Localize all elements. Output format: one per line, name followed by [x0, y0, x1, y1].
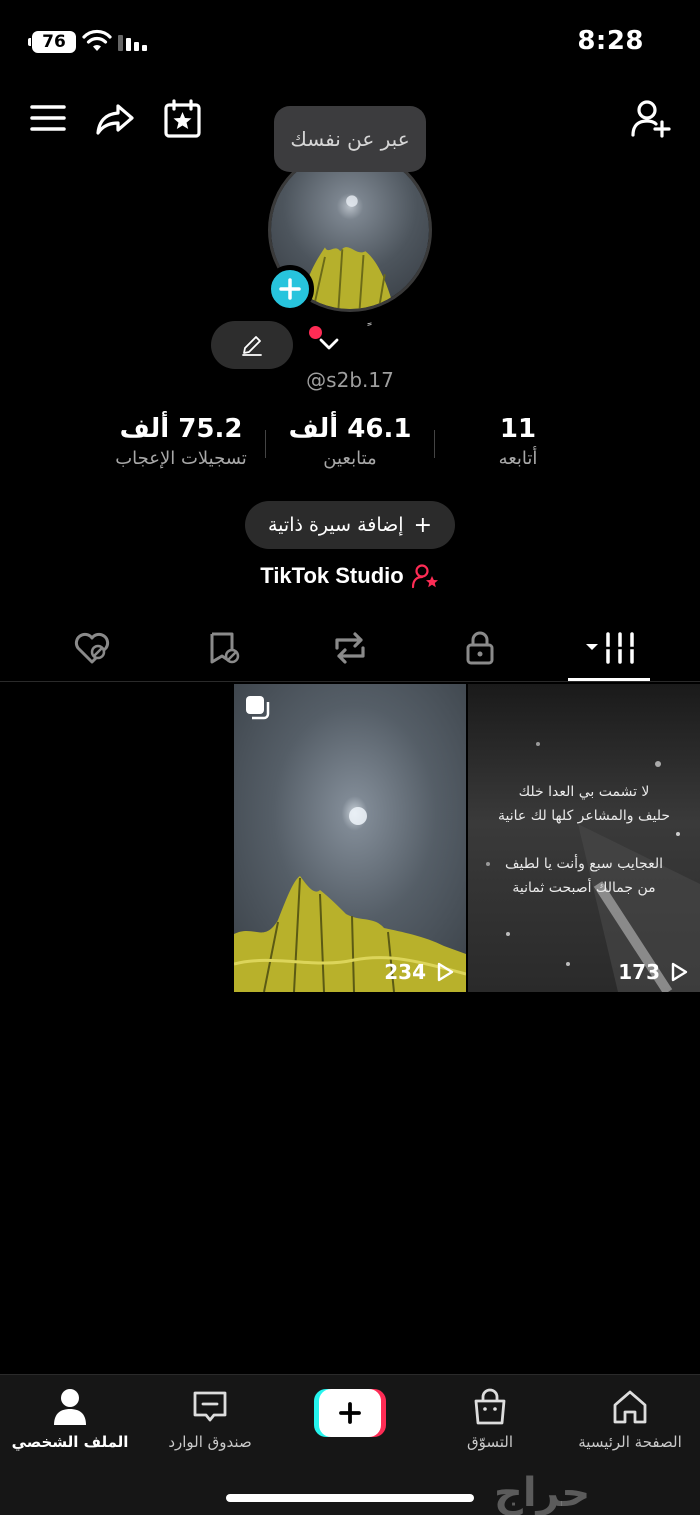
video-tile[interactable]: لا تشمت بي العدا خلك حليف والمشاعر كلها … [468, 684, 700, 992]
stat-divider [265, 430, 266, 458]
signal-icon [118, 35, 147, 51]
inbox-icon [193, 1391, 227, 1422]
create-button[interactable] [314, 1389, 386, 1437]
home-indicator[interactable] [226, 1494, 474, 1502]
nav-shop[interactable]: التسوّق [425, 1387, 555, 1451]
nav-inbox-label: صندوق الوارد [168, 1433, 252, 1451]
view-count-number: 173 [618, 960, 660, 984]
photo-carousel-icon [246, 696, 270, 720]
view-count: 173 [618, 960, 688, 984]
tab-favorites[interactable] [204, 628, 244, 668]
wifi-icon [82, 29, 112, 51]
stat-divider [434, 430, 435, 458]
creator-star-icon [411, 564, 438, 589]
share-icon[interactable] [94, 98, 136, 140]
nav-home-label: الصفحة الرئيسية [578, 1433, 682, 1451]
create-button-face [319, 1389, 381, 1437]
home-icon [613, 1390, 647, 1424]
add-bio-button[interactable]: + إضافة سيرة ذاتية [245, 501, 455, 549]
followers-stat[interactable]: 46.1 ألف متابعين [280, 414, 420, 469]
bio-tooltip[interactable]: عبر عن نفسك [274, 106, 426, 172]
following-stat[interactable]: 11 أتابعه [470, 414, 566, 469]
followers-count: 46.1 ألف [288, 414, 412, 444]
following-label: أتابعه [498, 448, 538, 469]
plus-icon [279, 278, 301, 300]
nav-home[interactable]: الصفحة الرئيسية [565, 1387, 695, 1451]
caption-line: العجايب سبع وأنت يا لطيف [505, 856, 663, 872]
add-bio-label: إضافة سيرة ذاتية [267, 514, 404, 536]
battery-indicator: 76 [28, 31, 76, 53]
studio-label: TikTok Studio [260, 563, 404, 588]
edit-profile-button[interactable] [211, 321, 293, 369]
caption-line: حليف والمشاعر كلها لك عانية [498, 808, 670, 824]
video-caption-overlay: لا تشمت بي العدا خلك حليف والمشاعر كلها … [468, 780, 700, 900]
handle-text: @s2b.17 [306, 368, 394, 392]
play-icon [671, 962, 688, 982]
view-count: 234 [384, 960, 454, 984]
tab-liked[interactable] [72, 628, 112, 668]
tab-reposts[interactable] [330, 628, 370, 668]
likes-label: تسجيلات الإعجاب [115, 448, 247, 469]
likes-stat[interactable]: 75.2 ألف تسجيلات الإعجاب [96, 414, 266, 469]
battery-level: 76 [42, 32, 66, 52]
nav-inbox[interactable]: صندوق الوارد [145, 1387, 275, 1451]
plus-icon [339, 1402, 361, 1424]
add-friend-icon[interactable] [630, 98, 672, 140]
clock: 8:28 [577, 26, 644, 56]
menu-icon[interactable] [28, 98, 70, 140]
calendar-star-icon[interactable] [162, 98, 204, 140]
play-icon [437, 962, 454, 982]
liked-hidden-icon [74, 632, 110, 664]
profile-icon [54, 1389, 86, 1425]
likes-count: 75.2 ألف [119, 414, 243, 444]
view-count-number: 234 [384, 960, 426, 984]
videos-grid-icon [586, 632, 634, 664]
caption-line: لا تشمت بي العدا خلك [518, 784, 650, 800]
private-lock-icon [466, 631, 494, 665]
video-tile[interactable]: 234 [234, 684, 466, 992]
profile-tabs [0, 620, 700, 682]
watermark-logo: حراج [494, 1470, 591, 1515]
repost-icon [335, 632, 365, 664]
username-handle: @s2b.17 [0, 368, 700, 392]
tab-videos[interactable] [580, 628, 640, 668]
active-tab-indicator [568, 678, 650, 681]
following-count: 11 [499, 414, 537, 444]
followers-label: متابعين [323, 448, 377, 469]
pencil-icon [242, 336, 262, 356]
caption-line: من جمالك أصبحت ثمانية [512, 880, 656, 896]
nav-shop-label: التسوّق [466, 1433, 514, 1451]
shopping-bag-icon [474, 1388, 506, 1425]
status-bar: 76 8:28 [0, 0, 700, 84]
nav-profile[interactable]: الملف الشخصي [5, 1387, 135, 1451]
nav-profile-label: الملف الشخصي [11, 1433, 129, 1451]
tiktok-studio-link[interactable]: TikTok Studio [0, 563, 700, 589]
avatar-add-button[interactable] [266, 265, 314, 313]
tab-private[interactable] [460, 628, 500, 668]
plus-icon: + [413, 512, 433, 538]
favorites-hidden-icon [210, 632, 240, 664]
chevron-down-icon[interactable] [318, 336, 340, 352]
video-thumbnail [234, 684, 466, 992]
